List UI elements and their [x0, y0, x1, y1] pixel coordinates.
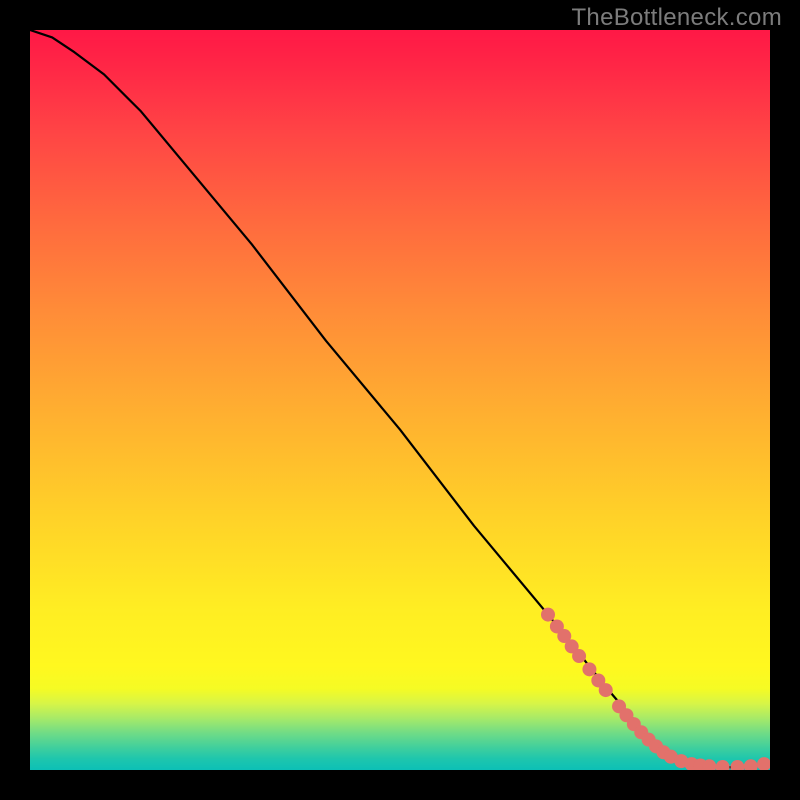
data-point	[716, 760, 730, 770]
data-point	[744, 759, 758, 770]
data-point	[730, 760, 744, 770]
plot-area	[30, 30, 770, 770]
data-point	[572, 649, 586, 663]
data-point	[541, 608, 555, 622]
line-curve	[30, 30, 770, 768]
data-point	[599, 683, 613, 697]
chart-svg	[30, 30, 770, 770]
scatter-points	[541, 608, 770, 770]
data-point	[757, 757, 770, 770]
chart-frame: TheBottleneck.com	[0, 0, 800, 800]
data-point	[582, 662, 596, 676]
watermark-text: TheBottleneck.com	[571, 4, 782, 32]
